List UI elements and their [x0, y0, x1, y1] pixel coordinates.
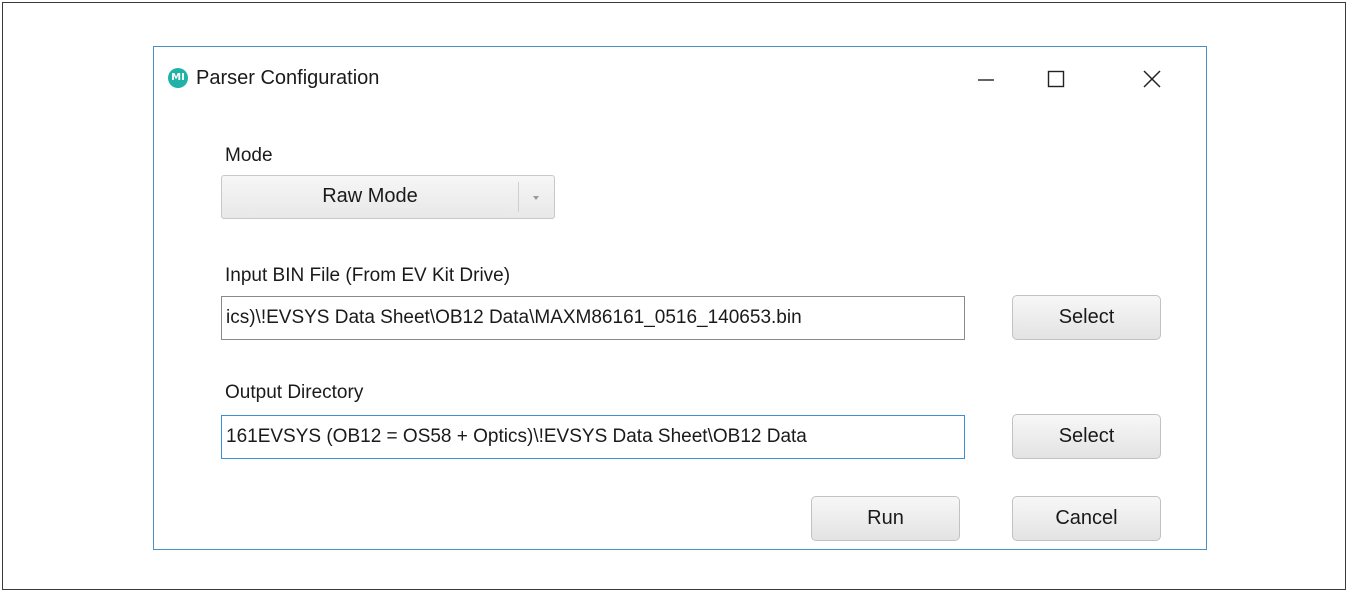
input-file-field[interactable]: ics)\!EVSYS Data Sheet\OB12 Data\MAXM861…: [221, 296, 965, 340]
parser-configuration-window: MI Parser Configuration Mode Raw Mode In…: [153, 46, 1207, 550]
input-file-label: Input BIN File (From EV Kit Drive): [225, 265, 511, 286]
mode-dropdown-value: Raw Mode: [322, 185, 418, 207]
window-title: Parser Configuration: [196, 67, 380, 89]
close-button[interactable]: [1132, 61, 1172, 95]
select-output-directory-button[interactable]: Select: [1012, 414, 1161, 459]
select-input-file-button[interactable]: Select: [1012, 295, 1161, 340]
image-frame: MI Parser Configuration Mode Raw Mode In…: [2, 2, 1346, 590]
app-logo-icon: MI: [168, 68, 188, 88]
mode-label: Mode: [225, 145, 273, 166]
output-directory-field[interactable]: 161EVSYS (OB12 = OS58 + Optics)\!EVSYS D…: [221, 415, 965, 459]
minimize-icon: [978, 79, 994, 81]
maximize-button[interactable]: [1036, 61, 1076, 95]
chevron-down-icon: [533, 196, 539, 200]
maximize-icon: [1047, 70, 1065, 88]
dropdown-divider: [518, 182, 519, 212]
mode-dropdown[interactable]: Raw Mode: [221, 175, 555, 219]
minimize-button[interactable]: [966, 61, 1006, 95]
cancel-button[interactable]: Cancel: [1012, 496, 1161, 541]
close-icon: [1143, 70, 1161, 88]
title-bar[interactable]: MI Parser Configuration: [154, 47, 1206, 109]
output-directory-label: Output Directory: [225, 382, 364, 403]
run-button[interactable]: Run: [811, 496, 960, 541]
